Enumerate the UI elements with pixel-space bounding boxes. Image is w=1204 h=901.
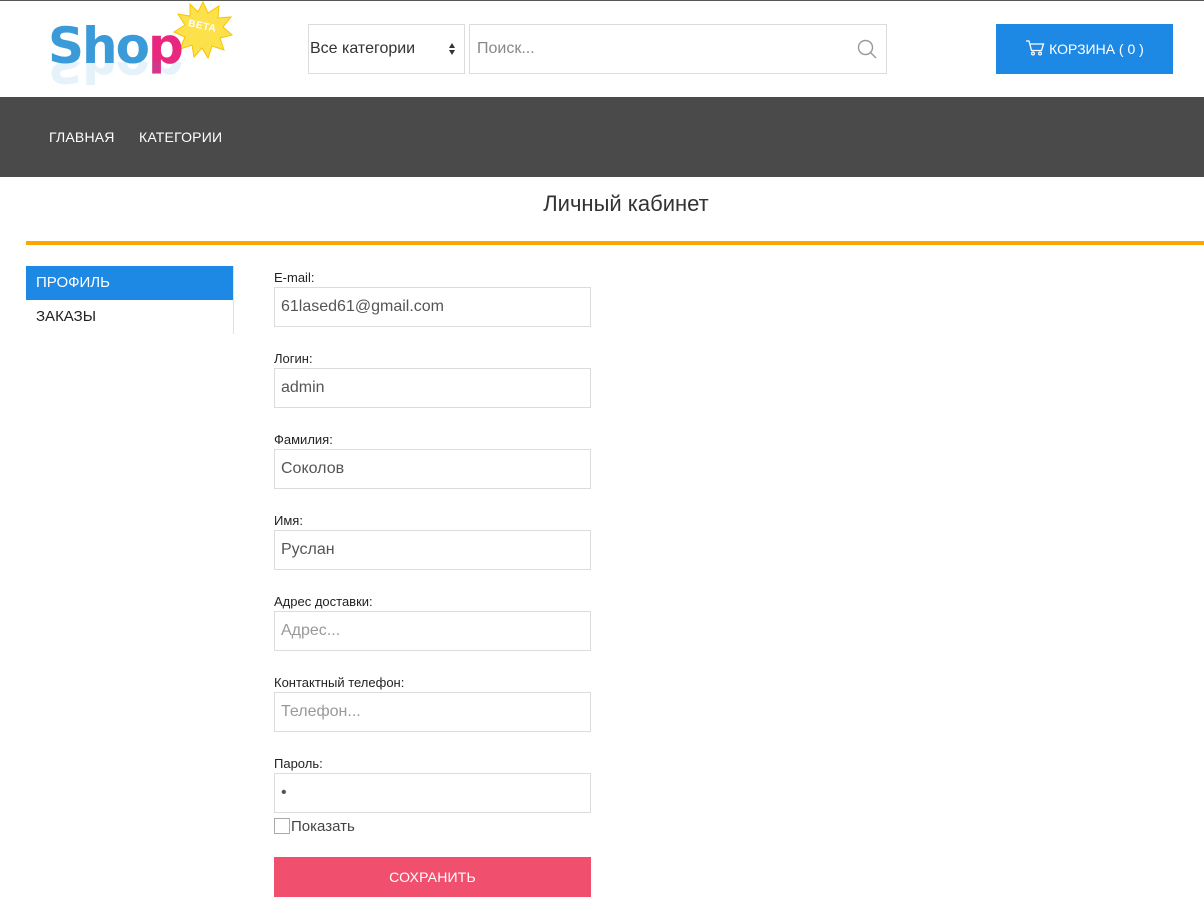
title-divider — [26, 241, 1204, 245]
login-label: Логин: — [274, 351, 313, 366]
sidebar-item-profile[interactable]: ПРОФИЛЬ — [26, 266, 233, 300]
cart-label: КОРЗИНА ( 0 ) — [1049, 41, 1144, 57]
profile-form: E-mail: Логин: Фамилия: Имя: Адрес доста… — [274, 268, 591, 835]
password-field[interactable] — [274, 773, 591, 813]
nav-item-home[interactable]: ГЛАВНАЯ — [49, 129, 115, 145]
select-arrows-icon — [449, 43, 455, 55]
page-title: Личный кабинет — [543, 191, 709, 216]
cart-button[interactable]: КОРЗИНА ( 0 ) — [996, 24, 1173, 74]
phone-label: Контактный телефон: — [274, 675, 405, 690]
category-select-value: Все категории — [310, 40, 416, 57]
search-box — [469, 24, 887, 74]
search-input[interactable] — [470, 25, 840, 73]
account-sidebar: ПРОФИЛЬ ЗАКАЗЫ — [26, 266, 234, 334]
phone-field[interactable] — [274, 692, 591, 732]
sidebar-item-orders[interactable]: ЗАКАЗЫ — [26, 300, 233, 334]
logo-reflection: Shop — [48, 62, 182, 93]
nav-item-categories[interactable]: КАТЕГОРИИ — [139, 129, 222, 145]
show-password-row: Показать — [274, 817, 591, 835]
main-navbar: ГЛАВНАЯ КАТЕГОРИИ — [0, 97, 1204, 177]
save-button[interactable]: СОХРАНИТЬ — [274, 857, 591, 897]
surname-label: Фамилия: — [274, 432, 333, 447]
show-password-label[interactable]: Показать — [291, 818, 355, 835]
search-icon[interactable] — [857, 39, 877, 59]
email-label: E-mail: — [274, 270, 315, 285]
email-field[interactable] — [274, 287, 591, 327]
surname-field[interactable] — [274, 449, 591, 489]
name-field[interactable] — [274, 530, 591, 570]
category-select[interactable]: Все категории — [308, 24, 465, 74]
address-field[interactable] — [274, 611, 591, 651]
login-field[interactable] — [274, 368, 591, 408]
password-label: Пароль: — [274, 756, 323, 771]
address-label: Адрес доставки: — [274, 594, 373, 609]
name-label: Имя: — [274, 513, 303, 528]
shop-logo[interactable]: BETA Shop Shop — [48, 0, 238, 98]
cart-icon — [1026, 40, 1045, 56]
show-password-checkbox[interactable] — [274, 818, 290, 834]
